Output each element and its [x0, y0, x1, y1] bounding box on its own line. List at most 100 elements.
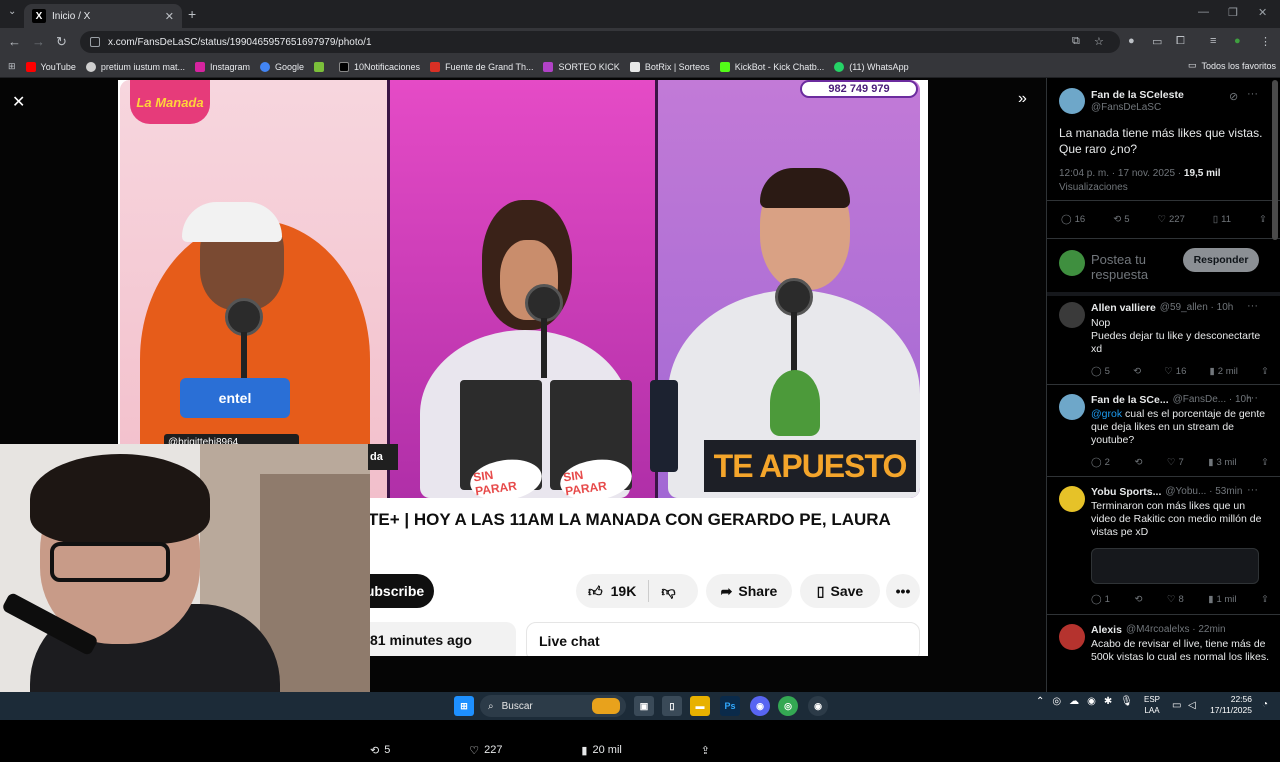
extension-icon[interactable]: ▭: [1152, 35, 1162, 48]
more-options-icon[interactable]: ···: [1247, 484, 1258, 496]
bookmark-google[interactable]: Google: [259, 61, 304, 72]
bluetooth-icon[interactable]: ✱: [1104, 696, 1112, 707]
reply-compose-input[interactable]: Postea tu respuesta: [1091, 252, 1171, 282]
bookmark-sorteo-kick[interactable]: SORTEO KICK: [543, 61, 620, 72]
author-name[interactable]: Fan de la SCeleste: [1091, 89, 1184, 101]
like-count-button[interactable]: ♡ 8: [1167, 594, 1184, 605]
forward-icon[interactable]: →: [32, 34, 45, 49]
obs-icon[interactable]: ◉: [808, 696, 828, 716]
chrome-icon[interactable]: ◎: [778, 696, 798, 716]
reply-author-name[interactable]: Yobu Sports...: [1091, 486, 1161, 498]
file-explorer-icon[interactable]: ▬: [690, 696, 710, 716]
address-bar[interactable]: x.com/FansDeLaSC/status/1990465957651697…: [80, 31, 1120, 53]
bookmark-youtube[interactable]: YouTube: [25, 61, 76, 72]
profile-avatar-icon[interactable]: ●: [1234, 35, 1241, 47]
reply-avatar[interactable]: [1059, 486, 1085, 512]
bookmark-count-button[interactable]: ▯ 11: [1213, 214, 1231, 225]
like-button[interactable]: ♡ 227: [469, 744, 502, 757]
more-options-icon[interactable]: ···: [1247, 300, 1258, 312]
reply-count-button[interactable]: ◯ 1: [1091, 594, 1110, 605]
all-bookmarks-folder[interactable]: ▭ Todos los favoritos: [1188, 60, 1276, 71]
taskbar-search[interactable]: ⌕ Buscar: [480, 695, 626, 717]
repost-count-button[interactable]: ⟲: [1134, 594, 1142, 605]
reply-author-handle[interactable]: @59_allen · 10h: [1160, 302, 1234, 314]
grok-icon[interactable]: ⊘: [1229, 90, 1238, 103]
reply-count-button[interactable]: ◯ 16: [1061, 214, 1085, 225]
reply-button[interactable]: Responder: [1183, 248, 1259, 272]
task-view-icon[interactable]: ▣: [634, 696, 654, 716]
restore-icon[interactable]: ❐: [1228, 6, 1238, 19]
cast-icon[interactable]: ⧉: [1072, 35, 1080, 48]
reply-avatar[interactable]: [1059, 302, 1085, 328]
reply-author-name[interactable]: Fan de la SCe...: [1091, 394, 1169, 406]
bookmark-10notificaciones[interactable]: 10Notificaciones: [339, 61, 420, 72]
clock[interactable]: 22:56 17/11/2025: [1208, 694, 1252, 716]
network-icon[interactable]: ▭: [1172, 700, 1181, 711]
share-button[interactable]: ⇪: [1261, 366, 1269, 377]
reply-count-button[interactable]: ◯ 2: [1091, 457, 1110, 468]
repost-count-button[interactable]: ⟲: [1133, 366, 1141, 377]
more-options-icon[interactable]: ···: [1247, 392, 1258, 404]
reply-author-handle[interactable]: @M4rcoalelxs · 22min: [1126, 624, 1226, 636]
like-count-button[interactable]: ♡ 16: [1164, 366, 1186, 377]
tab-list-chevron-icon[interactable]: ⌄: [8, 6, 16, 17]
apps-grid-icon[interactable]: ⊞: [8, 61, 16, 72]
close-tab-icon[interactable]: ✕: [165, 10, 174, 23]
new-tab-button[interactable]: +: [188, 6, 196, 22]
repost-button[interactable]: ⟲ 5: [370, 744, 390, 757]
repost-count-button[interactable]: ⟲: [1134, 457, 1142, 468]
views-count-button[interactable]: ▮ 1 mil: [1208, 594, 1236, 605]
reply-author-handle[interactable]: @FansDe... · 10h: [1173, 394, 1252, 406]
reply-author-name[interactable]: Allen valliere: [1091, 302, 1156, 314]
like-count-button[interactable]: ♡ 227: [1157, 214, 1184, 225]
author-handle[interactable]: @FansDeLaSC: [1091, 102, 1161, 113]
bookmark-star-icon[interactable]: ☆: [1094, 35, 1104, 48]
reply-avatar[interactable]: [1059, 624, 1085, 650]
extension-icon[interactable]: ●: [1128, 35, 1135, 47]
share-button[interactable]: ⇪: [1261, 457, 1269, 468]
back-icon[interactable]: ←: [8, 34, 21, 49]
browser-tab[interactable]: X Inicio / X ✕: [24, 4, 182, 28]
reply-author-name[interactable]: Alexis: [1091, 624, 1122, 636]
notifications-icon[interactable]: ◔: [1262, 699, 1268, 710]
share-button[interactable]: ⇪: [1261, 594, 1269, 605]
bookmark-unnamed[interactable]: [314, 61, 329, 72]
scrollbar[interactable]: [1272, 80, 1278, 240]
microphone-icon[interactable]: 🎙︎: [1120, 696, 1133, 707]
share-button[interactable]: ⇪: [701, 744, 710, 757]
views-button[interactable]: ▮ 20 mil: [581, 744, 621, 757]
media-icon[interactable]: ≡: [1210, 35, 1216, 47]
embedded-image-thumbnail[interactable]: [1091, 548, 1259, 584]
discord-icon[interactable]: ◉: [750, 696, 770, 716]
extensions-puzzle-icon[interactable]: ⧠: [1176, 35, 1185, 48]
reply-avatar[interactable]: [1059, 394, 1085, 420]
bookmark-whatsapp[interactable]: (11) WhatsApp: [834, 61, 909, 72]
reload-icon[interactable]: ↻: [56, 34, 67, 50]
mention-link[interactable]: @grok: [1091, 408, 1122, 420]
bookmark-instagram[interactable]: Instagram: [194, 61, 250, 72]
bookmark-botrix[interactable]: BotRix | Sorteos: [629, 61, 710, 72]
user-avatar[interactable]: [1059, 250, 1085, 276]
author-avatar[interactable]: [1059, 88, 1085, 114]
input-language[interactable]: ESP LAA: [1144, 694, 1160, 716]
start-menu-icon[interactable]: ⊞: [454, 696, 474, 716]
tray-app-icon[interactable]: ◎: [1052, 696, 1061, 707]
menu-kebab-icon[interactable]: ⋮: [1260, 35, 1271, 48]
photoshop-icon[interactable]: Ps: [720, 696, 740, 716]
volume-icon[interactable]: ◁: [1188, 700, 1196, 711]
share-button[interactable]: ⇪: [1259, 214, 1267, 225]
close-window-icon[interactable]: ✕: [1258, 6, 1267, 19]
collapse-sidebar-icon[interactable]: »: [1018, 90, 1027, 108]
site-info-icon[interactable]: [90, 37, 100, 47]
tray-app-icon[interactable]: ◉: [1087, 696, 1096, 707]
reply-author-handle[interactable]: @Yobu... · 53min: [1165, 486, 1242, 498]
minimize-icon[interactable]: —: [1198, 6, 1209, 18]
repost-count-button[interactable]: ⟲ 5: [1113, 214, 1129, 225]
bookmark-pretium[interactable]: pretium iustum mat...: [85, 61, 185, 72]
views-count-button[interactable]: ▮ 3 mil: [1208, 457, 1236, 468]
onedrive-icon[interactable]: ☁: [1069, 696, 1079, 707]
show-hidden-icons-icon[interactable]: ⌃: [1036, 696, 1044, 707]
more-options-icon[interactable]: ···: [1247, 88, 1258, 100]
reply-count-button[interactable]: ◯ 5: [1091, 366, 1110, 377]
views-count-button[interactable]: ▮ 2 mil: [1210, 366, 1238, 377]
